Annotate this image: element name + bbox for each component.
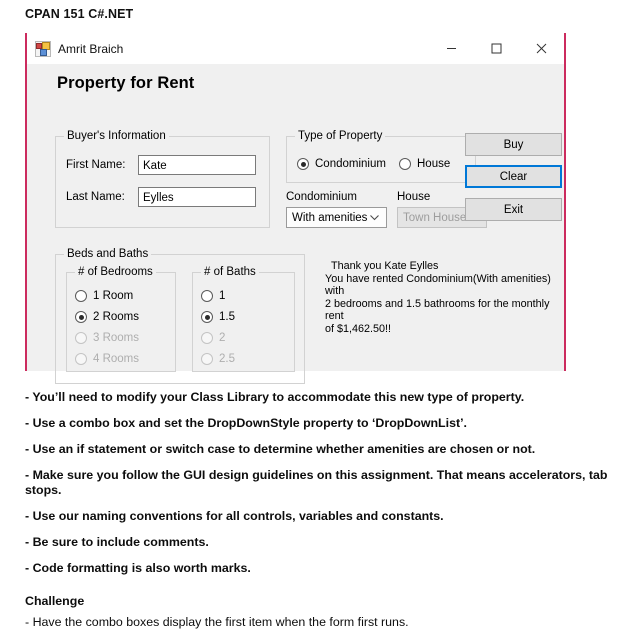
radio-dot-icon bbox=[399, 158, 411, 170]
radio-bedrooms-3-label: 3 Rooms bbox=[93, 332, 140, 344]
type-of-property-legend: Type of Property bbox=[295, 130, 386, 142]
challenge-item: - Have the combo boxes display the first… bbox=[25, 615, 409, 629]
challenge-heading: Challenge bbox=[25, 594, 85, 608]
radio-house[interactable]: House bbox=[399, 158, 450, 170]
radio-baths-1-5-label: 1.5 bbox=[219, 311, 235, 323]
radio-bedrooms-1[interactable]: 1 Room bbox=[75, 290, 133, 302]
radio-baths-2-5: 2.5 bbox=[201, 353, 235, 365]
title-bar[interactable]: Amrit Braich bbox=[27, 33, 564, 64]
radio-dot-icon bbox=[201, 311, 213, 323]
instructions-list: - You’ll need to modify your Class Libra… bbox=[25, 390, 620, 587]
window-title: Amrit Braich bbox=[58, 41, 124, 56]
buyers-information-group: Buyer's Information First Name: Kate Las… bbox=[55, 130, 270, 228]
baths-group: # of Baths 1 1.5 2 2.5 bbox=[192, 266, 295, 372]
instruction-item: - Use an if statement or switch case to … bbox=[25, 442, 536, 456]
radio-dot-icon bbox=[75, 311, 87, 323]
radio-condominium[interactable]: Condominium bbox=[297, 158, 386, 170]
baths-legend: # of Baths bbox=[201, 266, 259, 278]
radio-dot-icon bbox=[201, 332, 213, 344]
page-title: CPAN 151 C#.NET bbox=[25, 7, 134, 21]
bedrooms-group: # of Bedrooms 1 Room 2 Rooms 3 Rooms 4 R… bbox=[66, 266, 176, 372]
minimize-icon[interactable] bbox=[429, 33, 474, 64]
buyers-information-legend: Buyer's Information bbox=[64, 130, 169, 142]
result-line-1: Thank you Kate Eylles bbox=[331, 260, 439, 272]
radio-baths-1-label: 1 bbox=[219, 290, 226, 302]
beds-and-baths-group: Beds and Baths # of Bedrooms 1 Room 2 Ro… bbox=[55, 248, 305, 384]
beds-and-baths-legend: Beds and Baths bbox=[64, 248, 152, 260]
winforms-app-icon bbox=[35, 40, 51, 57]
radio-bedrooms-3: 3 Rooms bbox=[75, 332, 139, 344]
result-line-3: 2 bedrooms and 1.5 bathrooms for the mon… bbox=[325, 297, 550, 323]
result-line-2: You have rented Condominium(With ameniti… bbox=[325, 272, 551, 298]
radio-bedrooms-2-label: 2 Rooms bbox=[93, 311, 140, 323]
first-name-input[interactable]: Kate bbox=[138, 155, 256, 175]
form-client-area: Property for Rent Buyer's Information Fi… bbox=[29, 64, 562, 384]
buy-button[interactable]: Buy bbox=[465, 133, 562, 156]
radio-dot-icon bbox=[75, 332, 87, 344]
radio-baths-2-5-label: 2.5 bbox=[219, 353, 235, 365]
clear-button[interactable]: Clear bbox=[465, 165, 562, 188]
window-controls bbox=[429, 33, 564, 64]
house-combo-value: Town House bbox=[403, 211, 467, 224]
radio-dot-icon bbox=[75, 353, 87, 365]
radio-condominium-label: Condominium bbox=[315, 158, 386, 170]
app-window: Amrit Braich Property for Rent Buyer's I… bbox=[25, 33, 566, 384]
type-of-property-group: Type of Property Condominium House bbox=[286, 130, 476, 183]
radio-bedrooms-2[interactable]: 2 Rooms bbox=[75, 311, 139, 323]
radio-bedrooms-4: 4 Rooms bbox=[75, 353, 139, 365]
instruction-item: - Use our naming conventions for all con… bbox=[25, 509, 444, 523]
close-icon[interactable] bbox=[519, 33, 564, 64]
first-name-label: First Name: bbox=[66, 159, 126, 171]
condominium-combo-value: With amenities bbox=[292, 211, 368, 224]
radio-baths-1-5[interactable]: 1.5 bbox=[201, 311, 235, 323]
result-line-4: of $1,462.50!! bbox=[325, 322, 392, 335]
instruction-item: - Code formatting is also worth marks. bbox=[25, 561, 251, 575]
radio-dot-icon bbox=[297, 158, 309, 170]
last-name-label: Last Name: bbox=[66, 191, 125, 203]
radio-house-label: House bbox=[417, 158, 451, 170]
house-combo-label: House bbox=[397, 191, 431, 203]
result-message: Thank you Kate Eylles You have rented Co… bbox=[325, 260, 557, 336]
radio-baths-2: 2 bbox=[201, 332, 225, 344]
form-heading: Property for Rent bbox=[57, 74, 195, 92]
radio-bedrooms-4-label: 4 Rooms bbox=[93, 353, 140, 365]
radio-dot-icon bbox=[201, 353, 213, 365]
radio-baths-1[interactable]: 1 bbox=[201, 290, 225, 302]
instruction-item: - You’ll need to modify your Class Libra… bbox=[25, 390, 525, 404]
radio-dot-icon bbox=[75, 290, 87, 302]
radio-bedrooms-1-label: 1 Room bbox=[93, 290, 134, 302]
instruction-item: - Use a combo box and set the DropDownSt… bbox=[25, 416, 467, 430]
instruction-item: - Make sure you follow the GUI design gu… bbox=[25, 468, 608, 497]
bedrooms-legend: # of Bedrooms bbox=[75, 266, 156, 278]
instruction-item: - Be sure to include comments. bbox=[25, 535, 209, 549]
exit-button[interactable]: Exit bbox=[465, 198, 562, 221]
condominium-combo-label: Condominium bbox=[286, 191, 357, 203]
condominium-combo[interactable]: With amenities bbox=[286, 207, 387, 228]
radio-dot-icon bbox=[201, 290, 213, 302]
last-name-input[interactable]: Eylles bbox=[138, 187, 256, 207]
chevron-down-icon bbox=[370, 212, 379, 224]
radio-baths-2-label: 2 bbox=[219, 332, 226, 344]
maximize-icon[interactable] bbox=[474, 33, 519, 64]
